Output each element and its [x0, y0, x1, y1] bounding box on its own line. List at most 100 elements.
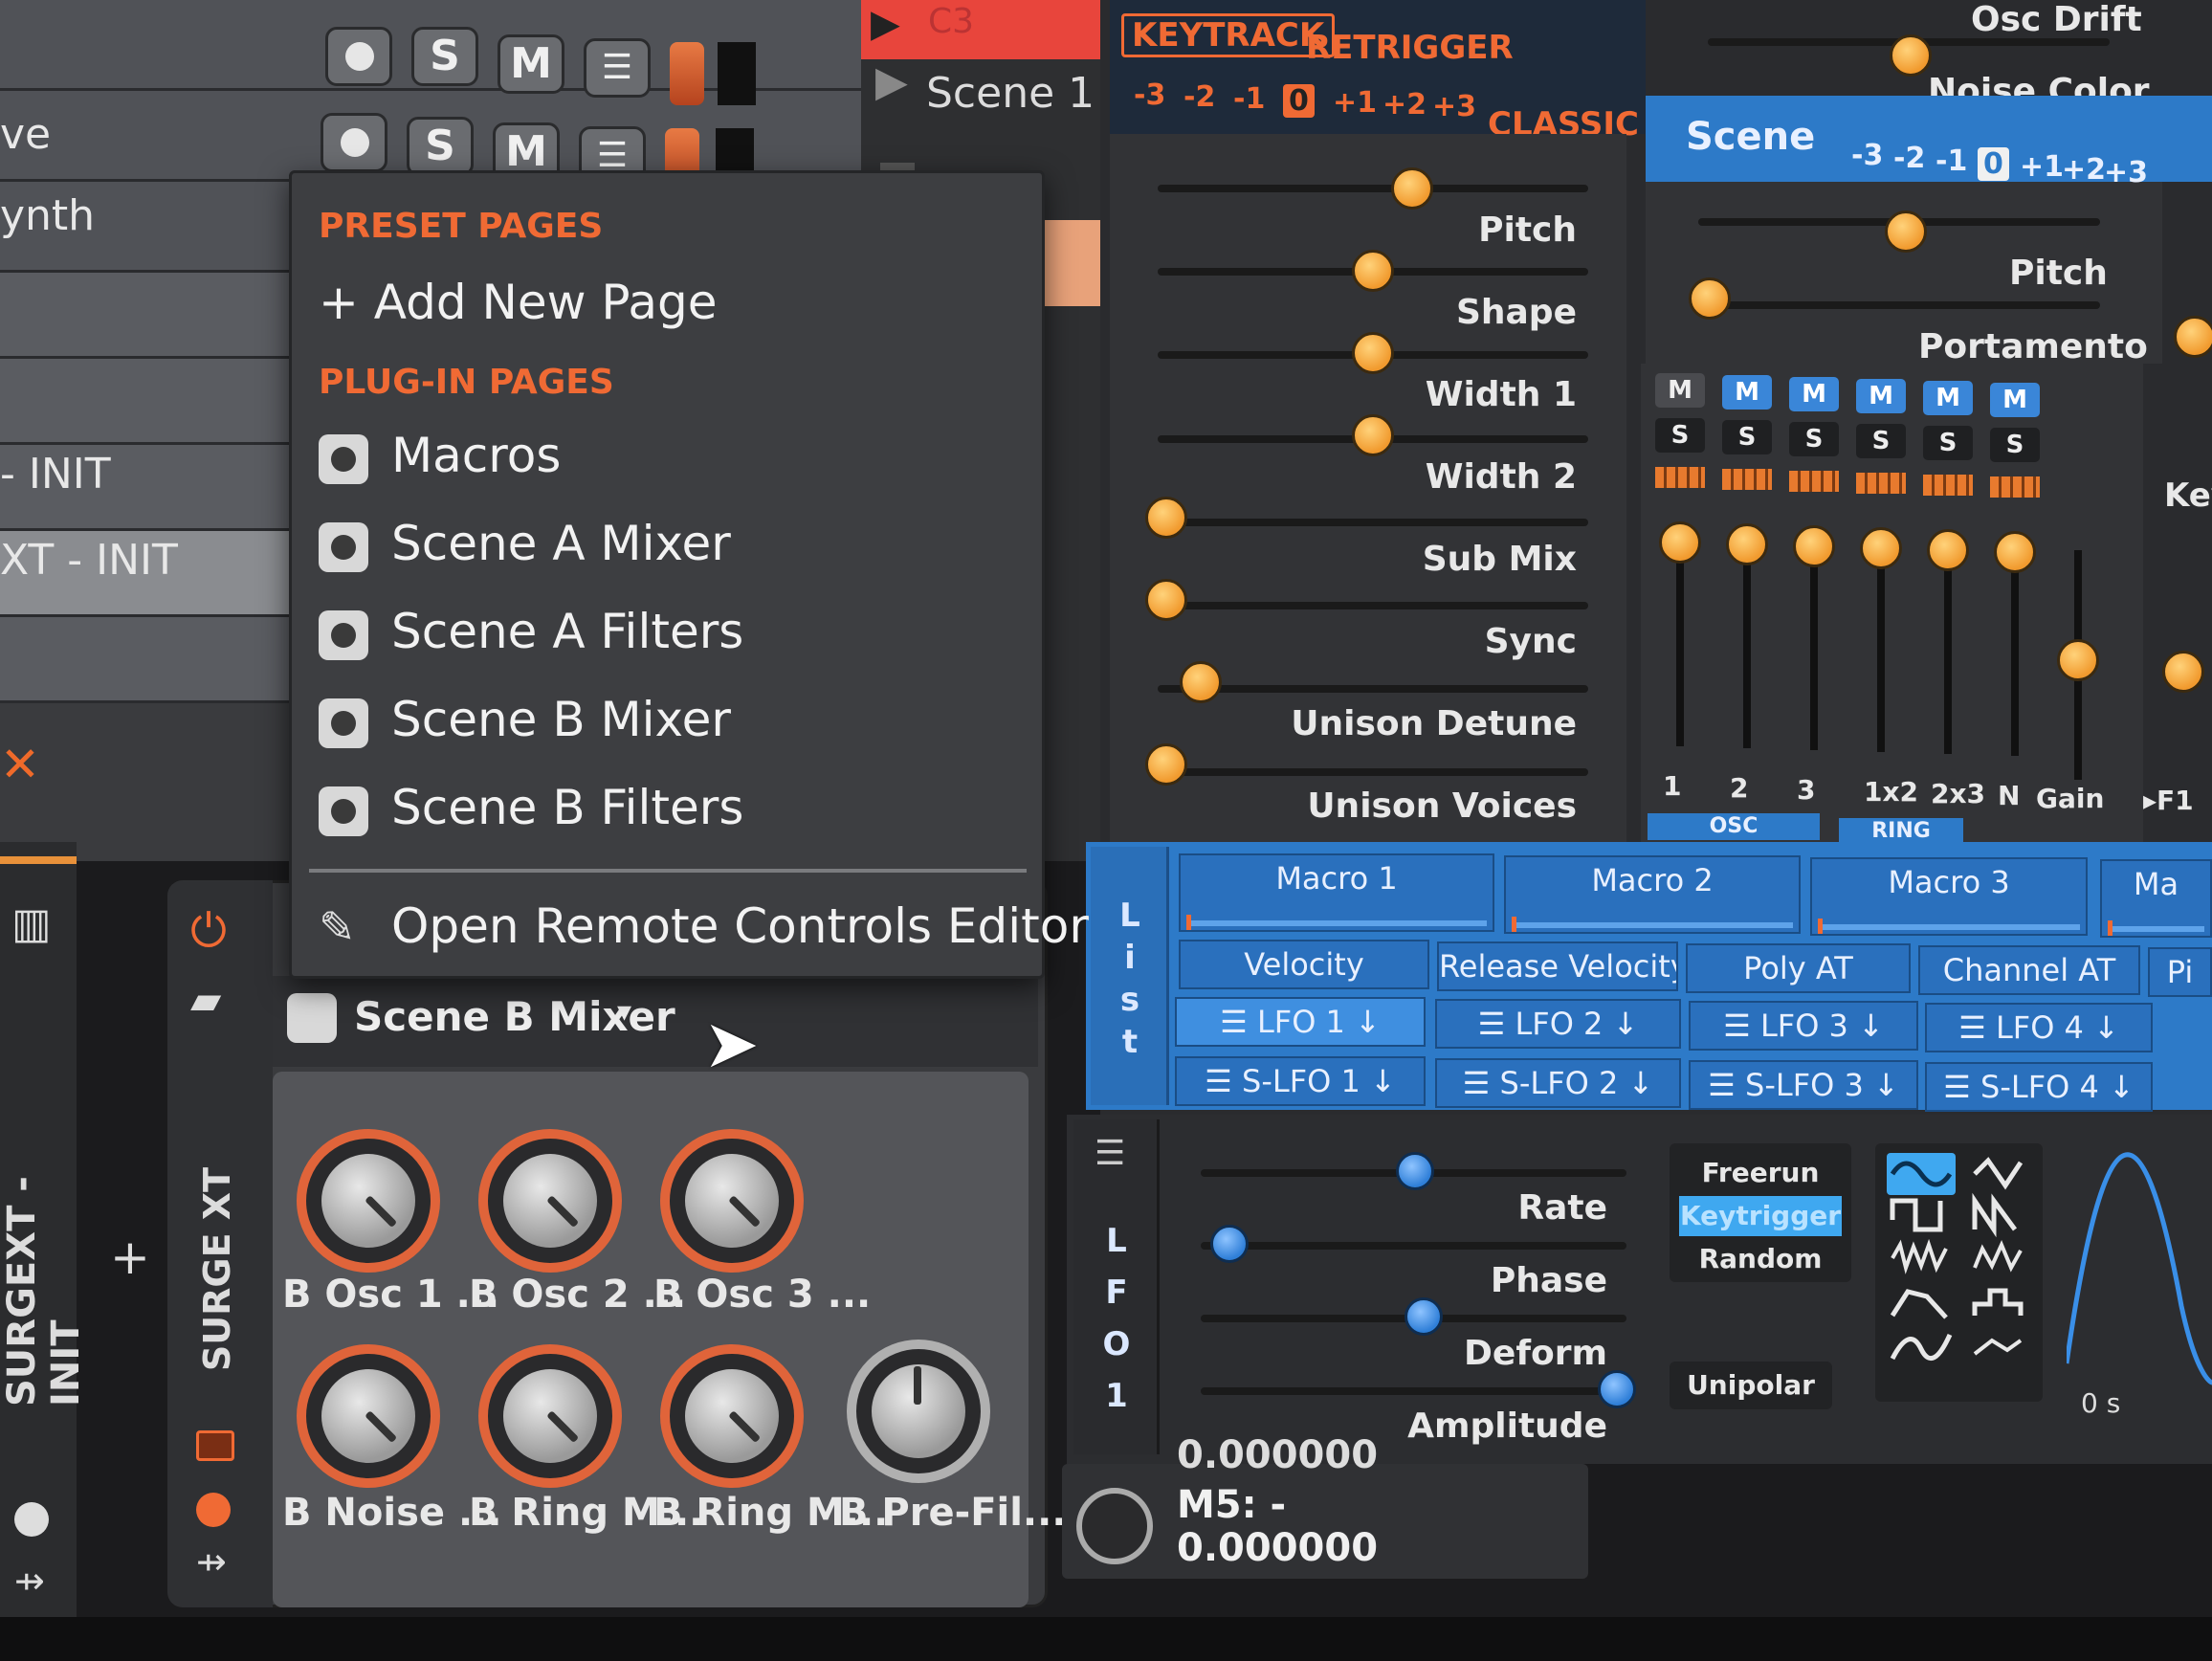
- lfo-tab[interactable]: ☰ LFO1: [1073, 1119, 1160, 1454]
- solo-button[interactable]: S: [1856, 424, 1906, 458]
- fader-track[interactable]: [1944, 553, 1952, 754]
- window-icon[interactable]: [196, 1430, 234, 1461]
- mod-source[interactable]: Velocity: [1179, 940, 1429, 989]
- slider-track[interactable]: [1158, 685, 1588, 694]
- menu-icon[interactable]: ☰: [1095, 1134, 1125, 1173]
- slider-thumb[interactable]: [2162, 651, 2204, 693]
- slider-thumb[interactable]: [1598, 1370, 1636, 1408]
- menu-item-scene-b-mixer[interactable]: Scene B Mixer: [319, 686, 731, 753]
- scene-octave-option[interactable]: 0: [1978, 147, 2009, 181]
- mod-source[interactable]: Release Velocity: [1437, 941, 1678, 991]
- slider-track[interactable]: [1698, 301, 2100, 309]
- knob[interactable]: [297, 1344, 440, 1488]
- remote-page-selector[interactable]: Scene B Mixer ▾: [273, 976, 1038, 1067]
- macro-knob[interactable]: [1076, 1488, 1153, 1564]
- slider-thumb[interactable]: [1885, 210, 1927, 253]
- macro-slot[interactable]: Macro 1: [1179, 853, 1494, 932]
- record-arm-button[interactable]: [325, 27, 392, 86]
- channel-route-indicator[interactable]: [1789, 471, 1839, 492]
- slider-thumb[interactable]: [1352, 414, 1394, 456]
- octave-option[interactable]: 0: [1283, 84, 1315, 118]
- s-lfo-source[interactable]: ☰ S-LFO 1 ↓: [1175, 1056, 1426, 1106]
- mute-button[interactable]: M: [498, 34, 564, 94]
- octave-option[interactable]: -2: [1183, 80, 1215, 114]
- record-arm-button[interactable]: [321, 113, 387, 172]
- fader-track[interactable]: [2011, 555, 2019, 756]
- clip-slot[interactable]: [1043, 220, 1100, 306]
- slider-thumb[interactable]: [1145, 579, 1187, 621]
- fader-track[interactable]: [1743, 547, 1751, 748]
- slider-thumb[interactable]: [1352, 250, 1394, 292]
- piano-icon[interactable]: ▥: [11, 899, 52, 948]
- slider-thumb[interactable]: [1390, 167, 1433, 210]
- scene-launch-icon[interactable]: ▶: [875, 57, 908, 106]
- s-lfo-source[interactable]: ☰ S-LFO 2 ↓: [1435, 1058, 1681, 1108]
- s-lfo-source[interactable]: ☰ S-LFO 3 ↓: [1689, 1060, 1918, 1110]
- mute-button[interactable]: M: [1923, 381, 1973, 415]
- keytrack-toggle[interactable]: KEYTRACK: [1121, 13, 1336, 57]
- solo-button[interactable]: S: [1789, 422, 1839, 456]
- mod-source[interactable]: Poly AT: [1686, 943, 1911, 993]
- fader-track[interactable]: [1877, 551, 1885, 752]
- fader-thumb[interactable]: [1994, 531, 2036, 573]
- macro-slot[interactable]: Macro 2: [1504, 855, 1801, 934]
- fader-thumb[interactable]: [1860, 527, 1902, 569]
- clock-icon[interactable]: [14, 1502, 49, 1537]
- track-menu-icon[interactable]: ☰: [584, 38, 651, 98]
- slider-track[interactable]: [1158, 768, 1588, 777]
- solo-button[interactable]: S: [407, 117, 474, 176]
- scene-octave-option[interactable]: -3: [1851, 139, 1883, 172]
- slider-track[interactable]: [1158, 185, 1588, 192]
- knob[interactable]: [478, 1129, 622, 1273]
- mute-button[interactable]: M: [1655, 373, 1705, 408]
- play-icon[interactable]: ▶: [871, 2, 900, 46]
- fader-thumb[interactable]: [1659, 521, 1701, 564]
- unipolar-toggle[interactable]: Unipolar: [1670, 1362, 1832, 1409]
- solo-button[interactable]: S: [1722, 420, 1772, 454]
- knob[interactable]: [297, 1129, 440, 1273]
- channel-route-indicator[interactable]: [1655, 467, 1705, 488]
- fader-track[interactable]: [1676, 545, 1684, 746]
- channel-route-indicator[interactable]: [1990, 476, 2040, 498]
- mod-source[interactable]: Pi: [2148, 947, 2212, 997]
- retrigger-toggle[interactable]: RETRIGGER: [1306, 29, 1514, 67]
- knob[interactable]: [660, 1129, 804, 1273]
- slider-track[interactable]: [1158, 602, 1588, 609]
- menu-item-scene-a-mixer[interactable]: Scene A Mixer: [319, 510, 731, 577]
- slider-thumb[interactable]: [1145, 743, 1187, 786]
- knob[interactable]: [660, 1344, 804, 1488]
- lfo-source[interactable]: ☰ LFO 4 ↓: [1925, 1003, 2153, 1052]
- channel-route-indicator[interactable]: [1722, 469, 1772, 490]
- keytrigger-button[interactable]: Keytrigger: [1679, 1196, 1842, 1236]
- routing-icon[interactable]: ⇸: [196, 1540, 227, 1583]
- knob[interactable]: [847, 1340, 990, 1483]
- add-new-page-item[interactable]: + Add New Page: [319, 269, 717, 336]
- octave-option[interactable]: +3: [1432, 90, 1476, 123]
- freerun-button[interactable]: Freerun: [1679, 1153, 1842, 1193]
- mute-button[interactable]: M: [1856, 379, 1906, 413]
- scene-name[interactable]: Scene 1: [926, 69, 1095, 118]
- scene-octave-option[interactable]: +1: [2020, 150, 2064, 184]
- routing-icon[interactable]: ⇸: [14, 1560, 45, 1602]
- lfo-source[interactable]: ☰ LFO 1 ↓: [1175, 997, 1426, 1047]
- mod-source[interactable]: Channel AT: [1918, 945, 2140, 995]
- menu-item-scene-a-filters[interactable]: Scene A Filters: [319, 598, 743, 665]
- fader-thumb[interactable]: [1726, 523, 1768, 565]
- solo-button[interactable]: S: [411, 27, 478, 86]
- close-icon[interactable]: ✕: [0, 737, 40, 792]
- channel-route-indicator[interactable]: [1923, 475, 1973, 496]
- fader-thumb[interactable]: [2057, 639, 2099, 681]
- menu-item-scene-b-filters[interactable]: Scene B Filters: [319, 774, 743, 841]
- slider-track[interactable]: [1201, 1387, 1626, 1395]
- add-device-icon[interactable]: +: [110, 1229, 150, 1285]
- slider-thumb[interactable]: [1352, 332, 1394, 374]
- slider-track[interactable]: [1158, 518, 1588, 526]
- octave-option[interactable]: +1: [1333, 86, 1377, 120]
- mute-button[interactable]: M: [1722, 375, 1772, 410]
- menu-item-macros[interactable]: Macros: [319, 422, 561, 489]
- scene-octave-option[interactable]: +2: [2062, 153, 2106, 187]
- slider-track[interactable]: [1201, 1242, 1626, 1250]
- open-remote-controls-editor-item[interactable]: ✎ Open Remote Controls Editor: [319, 893, 1089, 960]
- scene-octave-option[interactable]: -2: [1893, 142, 1925, 175]
- random-button[interactable]: Random: [1679, 1239, 1842, 1279]
